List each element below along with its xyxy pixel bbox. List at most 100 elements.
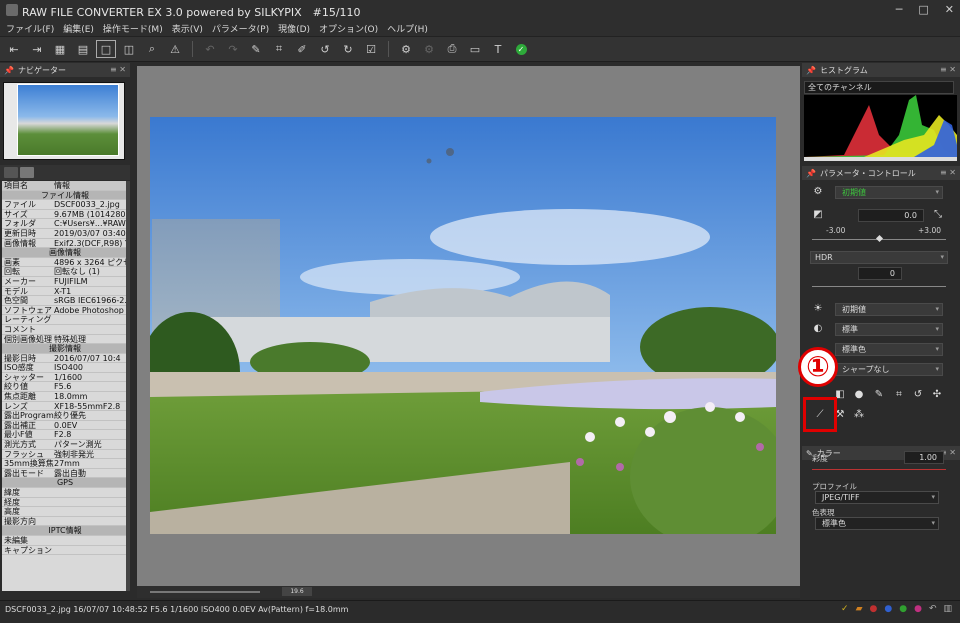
navigator-thumbnail[interactable] [17,84,119,156]
column-header-item[interactable]: 項目名 [2,181,54,190]
panel-menu-icon[interactable]: ≡ ✕ [940,168,956,177]
close-button[interactable]: ✕ [945,3,954,16]
saturation-slider[interactable] [812,469,946,470]
info-section-header[interactable]: GPS [2,478,126,488]
preset-select[interactable]: 初期値 ▾ [835,186,943,199]
zoom-slider[interactable] [150,591,260,593]
menu-view[interactable]: 表示(V) [172,22,203,35]
print-icon[interactable]: ⎙ [442,40,462,58]
effects-icon[interactable]: ✣ [931,389,943,401]
info-row[interactable]: 未編集 [2,536,126,546]
warning-icon[interactable]: ⚠ [165,40,185,58]
preview-image[interactable] [150,117,776,534]
check-mark-icon[interactable]: ✓ [841,604,849,614]
info-row[interactable]: 最小F値 F2.8 [2,430,126,441]
tone-icon[interactable]: ◐ [812,323,824,335]
white-balance-icon[interactable]: ☀ [812,303,824,315]
info-row[interactable]: 露出Program 絞り優先 [2,411,126,421]
gear-icon[interactable]: ⚙ [812,186,824,198]
menu-file[interactable]: ファイル(F) [6,22,54,35]
dust-removal-icon[interactable]: ✎ [246,40,266,58]
info-scrollbar[interactable] [126,181,130,591]
info-section-header[interactable]: 画像情報 [2,248,126,258]
info-row[interactable]: 色空間 sRGB IEC61966-2. [2,296,126,306]
info-row[interactable]: モデル X-T1 [2,287,126,297]
red-dot-icon[interactable]: ● [870,604,878,614]
info-row[interactable]: 35mm換算焦点27mm [2,459,126,469]
panel-menu-icon[interactable]: ≡ ✕ [940,65,956,74]
auto-exposure-icon[interactable]: ⤡ [932,209,944,221]
info-row[interactable]: フラッシュ 強制非発光 [2,450,126,460]
histogram-channel-select[interactable]: 全てのチャンネル [804,81,954,94]
maximize-button[interactable]: □ [918,3,928,16]
menu-edit[interactable]: 編集(E) [63,22,94,35]
thumbnail-view-icon[interactable]: ▦ [50,40,70,58]
info-row[interactable]: キャプション [2,546,126,556]
saturation-input[interactable]: 1.00 [904,451,944,464]
crop-icon[interactable]: ⌗ [269,40,289,58]
color-select[interactable]: 標準色 ▾ [835,343,943,356]
preview-thumbnail-icon[interactable]: ▤ [73,40,93,58]
info-row[interactable]: 露出モード 露出自動 [2,469,126,479]
info-row[interactable]: シャッター 1/1600 [2,373,126,383]
zoom-icon[interactable]: ⌕ [142,40,162,58]
next-image-icon[interactable]: ⇥ [27,40,47,58]
hdr-input[interactable]: 0 [858,267,902,280]
info-row[interactable]: 露出補正 0.0EV [2,421,126,431]
triple-circle-icon[interactable]: ⁂ [853,409,865,421]
develop-icon[interactable]: ⚙ [396,40,416,58]
info-row[interactable]: ソフトウェア Adobe Photoshop C [2,306,126,316]
hdr-select[interactable]: HDR ▾ [810,251,948,264]
sharpness-select[interactable]: シャープなし ▾ [835,363,943,376]
rotate-left-icon[interactable]: ↺ [315,40,335,58]
panel-menu-icon[interactable]: ≡ ✕ [110,65,126,74]
green-dot-icon[interactable]: ● [899,604,907,614]
fullscreen-icon[interactable]: ▭ [465,40,485,58]
white-balance-select[interactable]: 初期値 ▾ [835,303,943,316]
info-row[interactable]: 焦点距離 18.0mm [2,392,126,402]
info-row[interactable]: 撮影日時 2016/07/07 10:4 [2,354,126,364]
undo-icon[interactable]: ↶ [200,40,220,58]
info-row[interactable]: 撮影方向 [2,517,126,527]
pen-tool-icon[interactable]: ✐ [292,40,312,58]
info-row[interactable]: 画素 4896 x 3264 ピクセ [2,258,126,268]
info-section-header[interactable]: IPTC情報 [2,526,126,536]
info-row[interactable]: ファイル DSCF0033_2.jpg [2,200,126,210]
info-row[interactable]: コメント [2,325,126,335]
pin-icon[interactable]: 📌 [806,66,816,75]
batch-develop-icon[interactable]: ⚙ [419,40,439,58]
rotate-icon[interactable]: ↺ [912,389,924,401]
folder-tab-icon[interactable] [4,167,18,178]
info-row[interactable]: 個別画像処理 特殊処理 [2,335,126,345]
info-row[interactable]: 絞り値 F5.6 [2,382,126,393]
info-row[interactable]: 測光方式 パターン測光 [2,440,126,450]
info-row[interactable]: フォルダ C:¥Users¥...¥RAW [2,219,126,229]
pink-dot-icon[interactable]: ● [914,604,922,614]
info-section-header[interactable]: 撮影情報 [2,344,126,354]
undo-icon[interactable]: ↶ [929,604,937,614]
info-row[interactable]: サイズ 9.67MB (10142809 [2,210,126,220]
prev-image-icon[interactable]: ⇤ [4,40,24,58]
compare-view-icon[interactable]: ◫ [119,40,139,58]
hdr-slider[interactable] [812,286,946,287]
info-row[interactable]: 経度 [2,498,126,508]
info-tab-icon[interactable] [20,167,34,178]
menu-mode[interactable]: 操作モード(M) [103,22,163,35]
info-row[interactable]: 緯度 [2,488,126,498]
info-row[interactable]: ISO感度 ISO400 [2,363,126,373]
tone-select[interactable]: 標準 ▾ [835,323,943,336]
exposure-icon[interactable]: ◩ [812,209,824,221]
redo-icon[interactable]: ↷ [223,40,243,58]
preview-view-icon[interactable]: □ [96,40,116,58]
column-header-info[interactable]: 情報 [54,181,126,190]
menu-option[interactable]: オプション(O) [319,22,378,35]
info-row[interactable]: 更新日時 2019/03/07 03:40: [2,229,126,239]
check-icon[interactable]: ✓ [511,40,531,58]
info-row[interactable]: レンズ XF18-55mmF2.8 [2,402,126,412]
profile-select[interactable]: JPEG/TIFF ▾ [815,491,939,504]
info-row[interactable]: メーカー FUJIFILM [2,277,126,287]
info-row[interactable]: 画像情報 Exif2.3(DCF,R98) Y [2,239,126,249]
color-rep-select[interactable]: 標準色 ▾ [815,517,939,530]
pen-icon[interactable]: ✎ [873,389,885,401]
sphere-icon[interactable]: ● [853,389,865,401]
